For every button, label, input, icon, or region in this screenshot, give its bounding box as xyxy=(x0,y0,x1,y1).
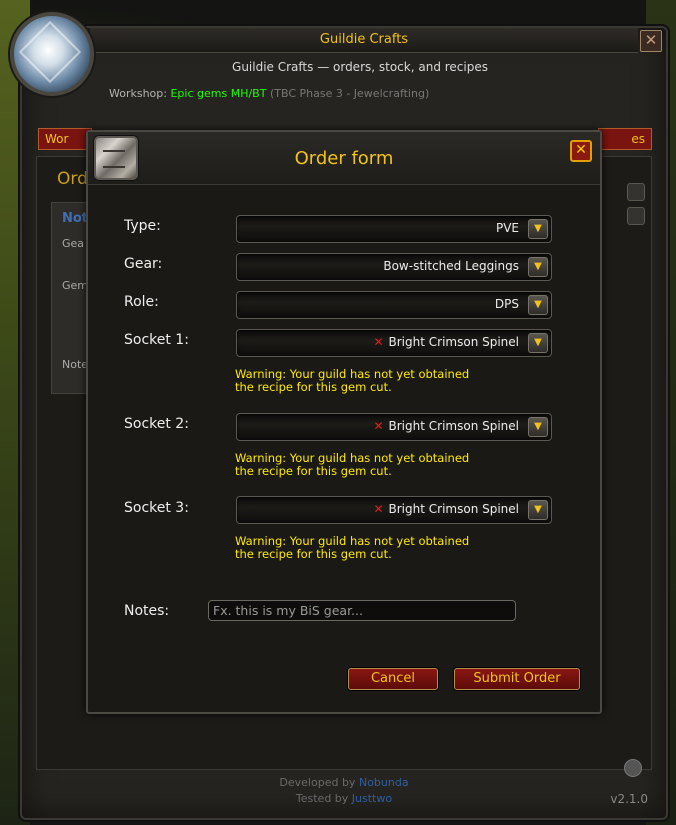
window-subtitle: Guildie Crafts — orders, stock, and reci… xyxy=(232,60,488,74)
socket3-warning-line2: the recipe for this gem cut. xyxy=(235,547,392,561)
socket3-dropdown[interactable]: ✕ Bright Crimson Spinel ▼ xyxy=(236,496,552,524)
type-dropdown[interactable]: PVE ▼ xyxy=(236,215,552,243)
gem-facet-icon xyxy=(18,20,82,84)
gear-dropdown[interactable]: Bow-stitched Leggings ▼ xyxy=(236,253,552,281)
role-label: Role: xyxy=(124,294,159,310)
footer-tested: Tested by Justtwo xyxy=(22,792,666,805)
chevron-down-icon[interactable]: ▼ xyxy=(528,295,548,315)
chevron-down-icon[interactable]: ▼ xyxy=(528,417,548,437)
socket1-value: Bright Crimson Spinel xyxy=(388,335,519,349)
red-x-icon: ✕ xyxy=(373,502,384,516)
notes-input[interactable] xyxy=(208,600,516,621)
socket2-value: Bright Crimson Spinel xyxy=(388,419,519,433)
socket3-value-wrap: ✕ Bright Crimson Spinel xyxy=(373,502,519,516)
gear-value: Bow-stitched Leggings xyxy=(383,259,519,273)
footer-developer-name: Nobunda xyxy=(358,776,409,789)
orders-heading: Ord xyxy=(57,169,88,189)
socket2-label: Socket 2: xyxy=(124,416,189,432)
chevron-down-icon[interactable]: ▼ xyxy=(528,219,548,239)
red-x-icon: ✕ xyxy=(373,419,384,433)
workshop-line: Workshop: Epic gems MH/BT (TBC Phase 3 -… xyxy=(109,87,429,100)
workshop-name[interactable]: Epic gems MH/BT xyxy=(170,87,266,100)
tab-recipes[interactable]: es xyxy=(598,128,652,150)
socket3-value: Bright Crimson Spinel xyxy=(388,502,519,516)
card-nav-link[interactable]: Not xyxy=(62,211,88,226)
cancel-button[interactable]: Cancel xyxy=(348,668,438,690)
dialog-title: Order form xyxy=(294,148,394,169)
role-dropdown[interactable]: DPS ▼ xyxy=(236,291,552,319)
socket2-warning: Warning: Your guild has not yet obtained… xyxy=(235,452,535,478)
gem-portrait-icon xyxy=(10,12,94,96)
type-label: Type: xyxy=(124,218,161,234)
chevron-down-icon[interactable]: ▼ xyxy=(528,257,548,277)
submit-order-button[interactable]: Submit Order xyxy=(454,668,580,690)
version-label: v2.1.0 xyxy=(610,792,648,806)
gear-label: Gear: xyxy=(124,256,163,272)
main-title: Guildie Crafts xyxy=(319,32,409,47)
role-value: DPS xyxy=(494,297,519,311)
socket1-label: Socket 1: xyxy=(124,332,189,348)
card-label-notes: Note xyxy=(62,358,89,371)
settings-icon[interactable] xyxy=(624,759,642,777)
socket1-dropdown[interactable]: ✕ Bright Crimson Spinel ▼ xyxy=(236,329,552,357)
socket3-label: Socket 3: xyxy=(124,500,189,516)
dialog-close-button[interactable]: ✕ xyxy=(570,140,592,162)
card-label-gear: Gea xyxy=(62,237,85,250)
dialog-header[interactable]: Order form ✕ xyxy=(88,132,600,185)
socket3-warning: Warning: Your guild has not yet obtained… xyxy=(235,535,535,561)
workshop-detail: (TBC Phase 3 - Jewelcrafting) xyxy=(269,87,430,100)
order-form-dialog: Order form ✕ Type: PVE ▼ Gear: Bow-stitc… xyxy=(86,130,602,714)
main-close-button[interactable]: ✕ xyxy=(640,30,662,52)
red-x-icon: ✕ xyxy=(373,335,384,349)
socket1-warning: Warning: Your guild has not yet obtained… xyxy=(235,368,535,394)
type-value: PVE xyxy=(495,221,519,235)
notes-label: Notes: xyxy=(124,603,170,619)
footer-tester-name: Justtwo xyxy=(351,792,393,805)
workshop-label: Workshop: xyxy=(109,87,167,100)
tab-workshop[interactable]: Wor xyxy=(38,128,92,150)
card-label-gems: Gem xyxy=(62,279,89,292)
footer-developed: Developed by Nobunda xyxy=(22,776,666,789)
socket1-value-wrap: ✕ Bright Crimson Spinel xyxy=(373,335,519,349)
main-title-bar[interactable]: Guildie Crafts xyxy=(90,28,638,53)
scroll-up-button[interactable] xyxy=(627,183,645,201)
footer-tested-label: Tested by xyxy=(295,792,349,805)
socket2-warning-line2: the recipe for this gem cut. xyxy=(235,464,392,478)
footer-developed-label: Developed by xyxy=(279,776,356,789)
scroll-thumb[interactable] xyxy=(627,207,645,225)
chevron-down-icon[interactable]: ▼ xyxy=(528,333,548,353)
socket2-value-wrap: ✕ Bright Crimson Spinel xyxy=(373,419,519,433)
socket1-warning-line2: the recipe for this gem cut. xyxy=(235,380,392,394)
chevron-down-icon[interactable]: ▼ xyxy=(528,500,548,520)
socket2-dropdown[interactable]: ✕ Bright Crimson Spinel ▼ xyxy=(236,413,552,441)
